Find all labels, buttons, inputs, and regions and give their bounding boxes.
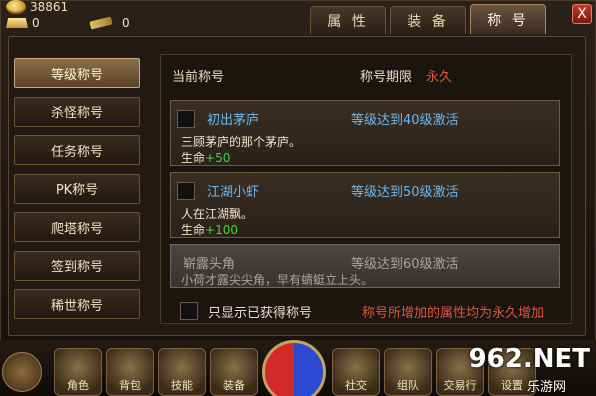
title-card[interactable]: 初出茅庐 等级达到40级激活 三顾茅庐的那个茅庐。 生命+50 [170,100,560,166]
skill-label: 技能 [171,379,193,392]
title-condition: 等级达到50级激活 [351,185,459,200]
show-obtained-checkbox[interactable] [180,302,198,320]
equip-label: 装备 [223,379,245,392]
gold-amount: 38861 [30,0,69,14]
show-obtained-label: 只显示已获得称号 [208,306,313,321]
attr-label: 生命 [181,223,206,237]
title-attribute: 生命+50 [181,149,230,166]
title-name: 江湖小虾 [207,185,260,200]
watermark-logo: 962.NET [468,344,590,374]
gold-coin-icon [6,0,26,14]
skill-button[interactable]: 技能 [158,348,206,396]
settings-label: 设置 [501,379,523,392]
sidebar-item-quest[interactable]: 任务称号 [14,135,140,165]
title-condition: 等级达到60级激活 [351,257,459,272]
tab-attributes[interactable]: 属 性 [310,6,386,34]
title-period-label: 称号期限 [360,70,413,85]
title-category-sidebar: 等级称号 杀怪称号 任务称号 PK称号 爬塔称号 签到称号 稀世称号 [14,58,142,328]
social-label: 社交 [345,379,367,392]
sidebar-item-kill[interactable]: 杀怪称号 [14,96,140,127]
title-description: 小荷才露尖尖角，早有蜻蜓立上头。 [181,273,374,287]
title-attribute: 生命+100 [181,221,238,238]
ticket-icon [89,16,113,30]
currency-ingot: 0 [6,16,40,30]
title-name: 崭露头角 [183,257,236,272]
team-label: 组队 [397,379,419,392]
team-button[interactable]: 组队 [384,348,432,396]
current-title-label: 当前称号 [172,70,225,85]
attr-label: 生命 [181,151,206,165]
ticket-amount: 0 [122,16,130,30]
bag-button[interactable]: 背包 [106,348,154,396]
title-description: 三顾茅庐的那个茅庐。 [181,135,302,149]
attr-value: +100 [205,223,238,237]
permanent-note: 称号所增加的属性均为永久增加 [362,306,545,321]
ingot-amount: 0 [32,16,40,30]
ingot-icon [6,18,28,28]
character-label: 角色 [67,379,89,392]
title-period-value: 永久 [426,70,453,85]
menu-round-button[interactable] [2,352,42,392]
sidebar-item-tower[interactable]: 爬塔称号 [14,212,140,242]
sidebar-item-pk[interactable]: PK称号 [14,173,140,204]
title-name: 初出茅庐 [207,113,260,128]
bag-label: 背包 [119,379,141,392]
tab-equipment[interactable]: 装 备 [390,6,466,34]
hp-mp-orb [262,340,326,396]
currency-ticket: 0 [89,16,130,30]
title-description: 人在江湖飘。 [181,207,254,221]
character-button[interactable]: 角色 [54,348,102,396]
title-condition: 等级达到40级激活 [351,113,459,128]
attr-value: +50 [205,151,231,165]
title-card[interactable]: 江湖小虾 等级达到50级激活 人在江湖飘。 生命+100 [170,172,560,238]
close-button[interactable]: X [572,4,592,24]
social-button[interactable]: 社交 [332,348,380,396]
sidebar-item-signin[interactable]: 签到称号 [14,250,140,281]
tab-titles[interactable]: 称 号 [470,4,546,34]
equip-button[interactable]: 装备 [210,348,258,396]
watermark-sub: 乐游网 [526,380,566,395]
sidebar-item-level[interactable]: 等级称号 [14,58,140,88]
title-checkbox[interactable] [177,110,195,128]
title-checkbox[interactable] [177,182,195,200]
trade-label: 交易行 [443,379,477,392]
currency-gold: 38861 [6,0,68,14]
title-card-locked[interactable]: 崭露头角 等级达到60级激活 小荷才露尖尖角，早有蜻蜓立上头。 [170,244,560,288]
sidebar-item-rare[interactable]: 稀世称号 [14,289,140,319]
